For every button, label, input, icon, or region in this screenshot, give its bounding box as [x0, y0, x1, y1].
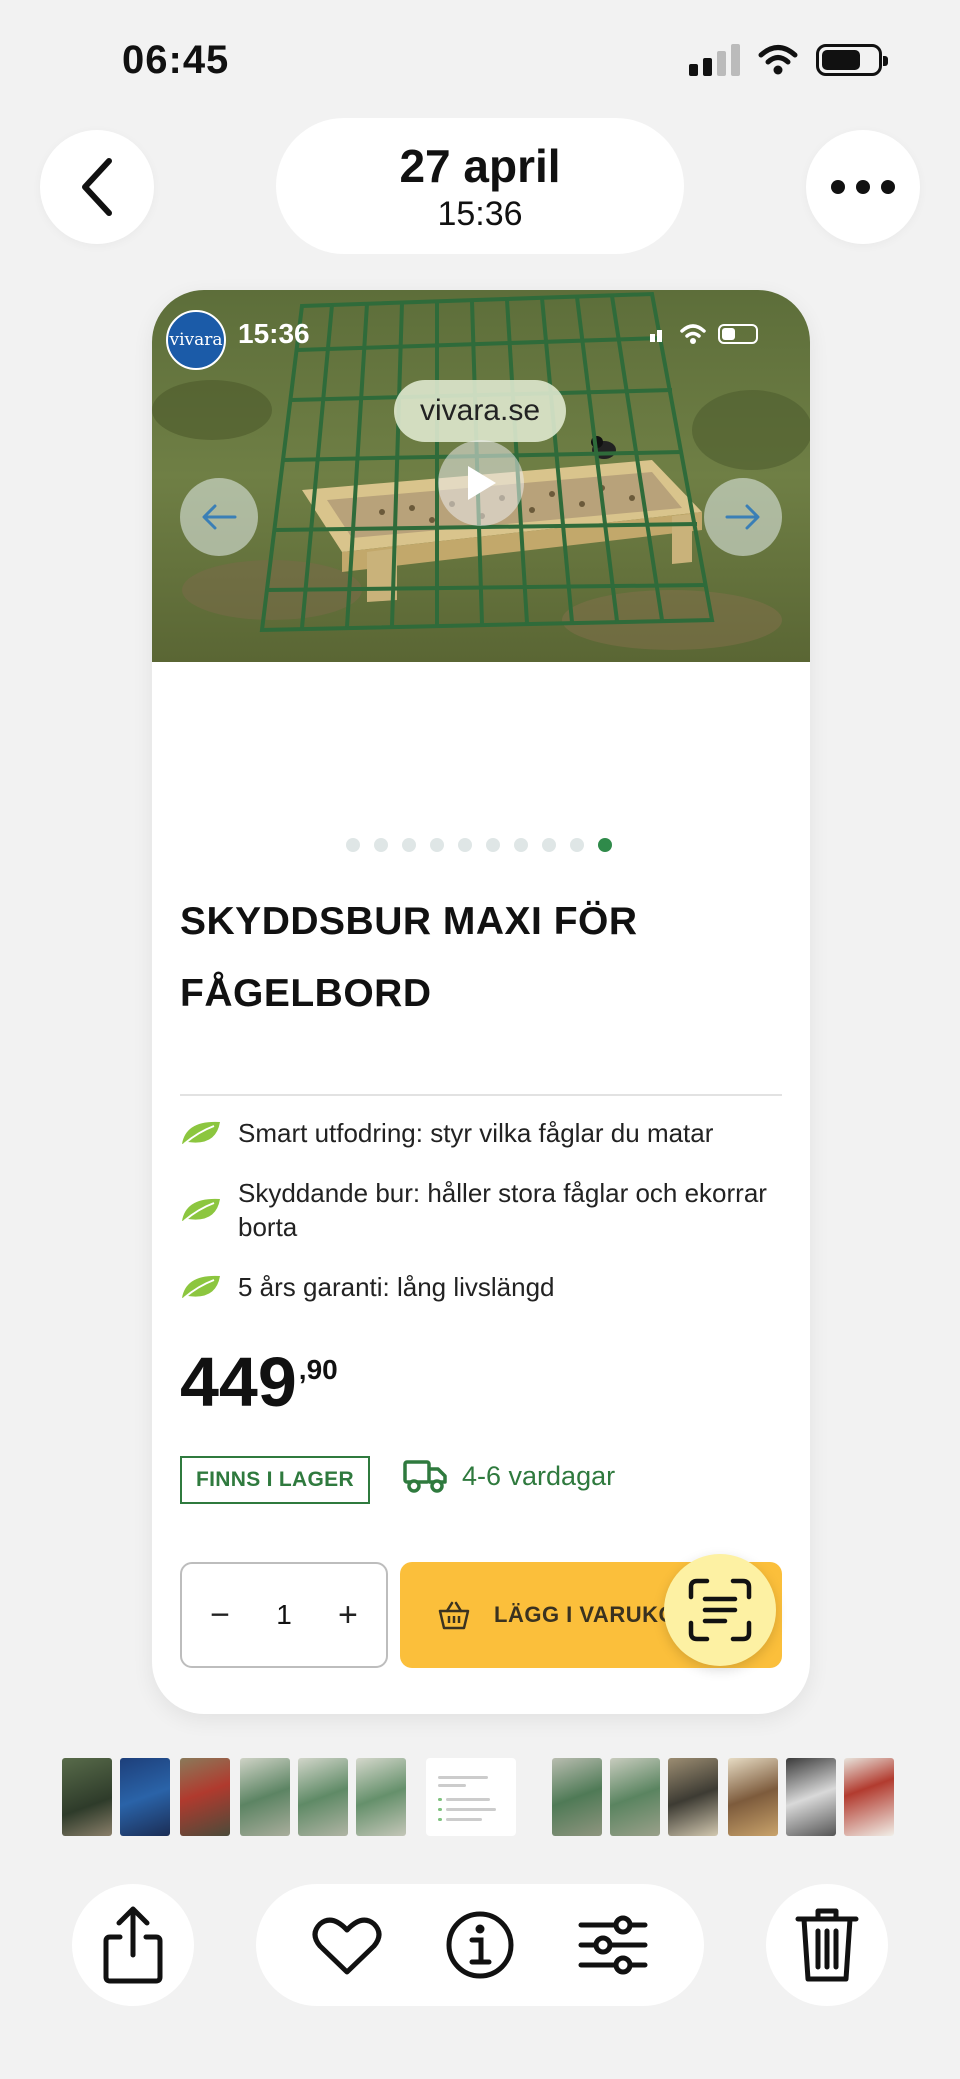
quantity-value: 1: [276, 1599, 292, 1630]
status-icons: [689, 44, 888, 76]
feature-text: Smart utfodring: styr vilka fåglar du ma…: [238, 1118, 714, 1148]
trash-icon: [795, 1908, 859, 1982]
vivara-logo: vivara: [166, 310, 226, 370]
carousel-dot: [598, 838, 612, 852]
url-pill: vivara.se: [394, 380, 566, 442]
text-scan-icon: [688, 1578, 752, 1642]
heart-icon: [312, 1917, 382, 1975]
info-icon: [446, 1911, 514, 1979]
price-main: 449: [180, 1343, 297, 1421]
quantity-minus-button: −: [210, 1595, 230, 1634]
delete-button[interactable]: [766, 1884, 888, 2006]
screenshot-card: vivara 15:36 vivara.se SKYDDSBUR MAXI FÖ…: [152, 290, 810, 1714]
photo-thumbnail[interactable]: [844, 1758, 894, 1836]
carousel-dot: [346, 838, 360, 852]
product-title-line: FÅGELBORD: [180, 972, 432, 1015]
price: 449 ,90: [180, 1342, 338, 1422]
battery-icon: [816, 44, 888, 76]
leaf-icon: [180, 1272, 222, 1302]
delivery-text: 4-6 vardagar: [462, 1460, 616, 1491]
carousel-dot: [486, 838, 500, 852]
more-button[interactable]: [806, 130, 920, 244]
photo-thumbnail[interactable]: [668, 1758, 718, 1836]
carousel-dot: [514, 838, 528, 852]
carousel-prev-button: [180, 478, 258, 556]
battery-icon: [718, 324, 758, 344]
delivery-info: 4-6 vardagar: [402, 1458, 615, 1494]
embedded-status-icons: [650, 324, 758, 344]
share-icon: [103, 1906, 163, 1984]
wifi-icon: [680, 324, 706, 344]
date-time: 15:36: [437, 195, 523, 233]
status-time: 06:45: [122, 38, 230, 82]
divider: [180, 1094, 782, 1096]
info-button[interactable]: [435, 1900, 525, 1990]
carousel-dot: [570, 838, 584, 852]
leaf-icon: [180, 1195, 222, 1225]
feature-item: Skyddande bur: håller stora fåglar och e…: [180, 1176, 790, 1244]
cellular-signal-icon: [650, 330, 662, 342]
product-image: vivara 15:36 vivara.se: [152, 290, 810, 662]
photo-thumbnail[interactable]: [356, 1758, 406, 1836]
feature-item: Smart utfodring: styr vilka fåglar du ma…: [180, 1116, 790, 1150]
carousel-dot: [458, 838, 472, 852]
chevron-left-icon: [82, 158, 112, 216]
photo-thumbnail[interactable]: [240, 1758, 290, 1836]
product-title: SKYDDSBUR MAXI FÖR FÅGELBORD: [180, 886, 740, 1030]
ellipsis-icon: [831, 180, 895, 194]
basket-icon: [438, 1601, 470, 1630]
carousel-dot: [542, 838, 556, 852]
favorite-button[interactable]: [302, 1900, 392, 1990]
carousel-dot: [374, 838, 388, 852]
photo-thumbnail[interactable]: [120, 1758, 170, 1836]
truck-icon: [403, 1460, 447, 1493]
photo-thumbnail[interactable]: [180, 1758, 230, 1836]
carousel-dot: [402, 838, 416, 852]
photo-thumbnail-selected[interactable]: [426, 1758, 516, 1836]
arrow-left-icon: [202, 504, 237, 530]
stock-badge: FINNS I LAGER: [180, 1456, 370, 1504]
leaf-icon: [180, 1118, 222, 1148]
play-icon: [468, 466, 496, 500]
product-title-line: SKYDDSBUR MAXI FÖR: [180, 900, 638, 943]
carousel-dots: [346, 838, 612, 852]
adjust-button[interactable]: [568, 1900, 658, 1990]
sliders-icon: [578, 1915, 648, 1975]
carousel-dot: [430, 838, 444, 852]
status-bar: 06:45: [0, 0, 960, 120]
cellular-signal-icon: [689, 44, 740, 76]
photo-thumbnail[interactable]: [728, 1758, 778, 1836]
back-button[interactable]: [40, 130, 154, 244]
quantity-stepper: − 1 +: [180, 1562, 388, 1668]
share-button[interactable]: [72, 1884, 194, 2006]
play-button: [438, 440, 524, 526]
live-text-button[interactable]: [664, 1554, 776, 1666]
photo-thumbnail[interactable]: [298, 1758, 348, 1836]
quantity-plus-button: +: [337, 1595, 358, 1634]
feature-text: Skyddande bur: håller stora fåglar och e…: [238, 1178, 767, 1242]
photo-thumbnail[interactable]: [62, 1758, 112, 1836]
date-header: 27 april 15:36: [276, 118, 684, 254]
carousel-next-button: [704, 478, 782, 556]
photo-thumbnail[interactable]: [552, 1758, 602, 1836]
date-title: 27 april: [399, 140, 561, 192]
action-toolbar: [256, 1884, 704, 2006]
photo-thumbnail[interactable]: [786, 1758, 836, 1836]
price-decimals: ,90: [298, 1354, 338, 1385]
feature-list: Smart utfodring: styr vilka fåglar du ma…: [180, 1116, 790, 1330]
embedded-status-time: 15:36: [238, 318, 310, 349]
feature-item: 5 års garanti: lång livslängd: [180, 1270, 790, 1304]
feature-text: 5 års garanti: lång livslängd: [238, 1272, 555, 1302]
photo-thumbnail[interactable]: [610, 1758, 660, 1836]
wifi-icon: [758, 45, 798, 75]
arrow-right-icon: [725, 504, 760, 530]
